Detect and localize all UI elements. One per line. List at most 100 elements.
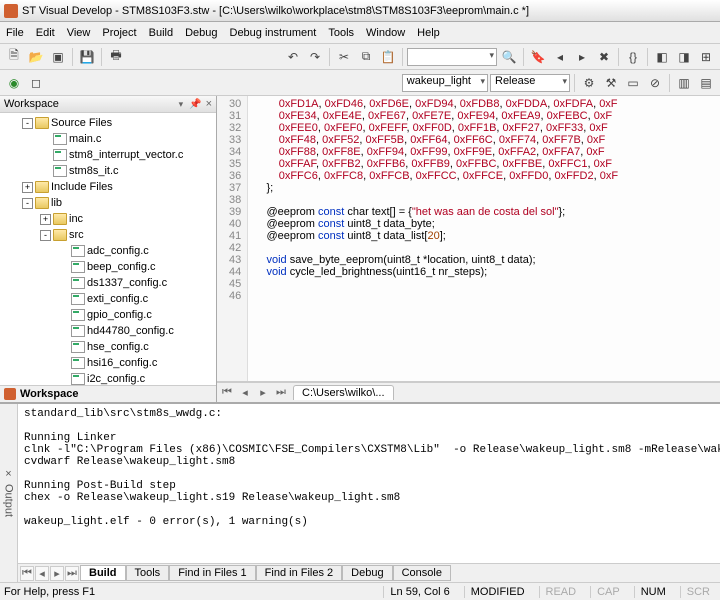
workspace-tab[interactable]: Workspace bbox=[0, 385, 216, 402]
code-content[interactable]: 0xFD1A, 0xFD46, 0xFD6E, 0xFD94, 0xFDB8, … bbox=[248, 96, 624, 381]
target-combo[interactable]: Release bbox=[490, 74, 570, 92]
menu-file[interactable]: File bbox=[6, 27, 24, 39]
tree-twisty-icon[interactable]: + bbox=[40, 214, 51, 225]
output-tabbar: ⏮ ◂ ▸ ⏭ BuildToolsFind in Files 1Find in… bbox=[18, 563, 720, 582]
stop-build-icon[interactable]: ⊘ bbox=[645, 73, 665, 93]
workspace-close-icon[interactable]: × bbox=[206, 98, 212, 110]
braces-icon[interactable]: {} bbox=[623, 47, 643, 67]
output-tab-find-in-files-1[interactable]: Find in Files 1 bbox=[169, 565, 255, 581]
menu-project[interactable]: Project bbox=[102, 27, 136, 39]
window-title: ST Visual Develop - STM8S103F3.stw - [C:… bbox=[22, 5, 529, 17]
menu-help[interactable]: Help bbox=[417, 27, 440, 39]
menu-debug-instrument[interactable]: Debug instrument bbox=[230, 27, 317, 39]
paste-icon[interactable]: 📋 bbox=[378, 47, 398, 67]
editor-tab[interactable]: C:\Users\wilko\... bbox=[293, 385, 394, 400]
file-icon bbox=[71, 309, 85, 321]
menu-build[interactable]: Build bbox=[149, 27, 173, 39]
tree-item[interactable]: main.c bbox=[0, 131, 216, 147]
output-close-icon[interactable]: × bbox=[5, 468, 11, 480]
menu-edit[interactable]: Edit bbox=[36, 27, 55, 39]
workspace-tree[interactable]: -Source Filesmain.cstm8_interrupt_vector… bbox=[0, 113, 216, 385]
tree-twisty-icon[interactable]: - bbox=[22, 198, 33, 209]
go-icon[interactable]: ◉ bbox=[4, 73, 24, 93]
code-area[interactable]: 3031323334353637383940414243444546 0xFD1… bbox=[217, 96, 720, 382]
file-icon bbox=[71, 293, 85, 305]
tree-item[interactable]: stm8s_it.c bbox=[0, 163, 216, 179]
output-panel: × Output standard_lib\src\stm8s_wwdg.c: … bbox=[0, 402, 720, 582]
menu-window[interactable]: Window bbox=[366, 27, 405, 39]
undo-icon[interactable]: ↶ bbox=[283, 47, 303, 67]
out-tab-first-icon[interactable]: ⏮ bbox=[20, 566, 34, 581]
tree-item[interactable]: -lib bbox=[0, 195, 216, 211]
menu-tools[interactable]: Tools bbox=[328, 27, 354, 39]
output-text[interactable]: standard_lib\src\stm8s_wwdg.c: Running L… bbox=[18, 404, 720, 563]
tree-item[interactable]: hd44780_config.c bbox=[0, 323, 216, 339]
rebuild-icon[interactable]: ⚒ bbox=[601, 73, 621, 93]
tree-item[interactable]: +inc bbox=[0, 211, 216, 227]
tree-item[interactable]: hse_config.c bbox=[0, 339, 216, 355]
tree-item[interactable]: hsi16_config.c bbox=[0, 355, 216, 371]
new-file-icon[interactable]: 🗎 bbox=[4, 47, 24, 67]
file-icon bbox=[71, 373, 85, 385]
save-icon[interactable]: 💾 bbox=[77, 47, 97, 67]
bookmark-next-icon[interactable]: ▸ bbox=[572, 47, 592, 67]
redo-icon[interactable]: ↷ bbox=[305, 47, 325, 67]
status-cap: CAP bbox=[590, 586, 626, 598]
extra-a-icon[interactable]: ▥ bbox=[674, 73, 694, 93]
close-icon[interactable]: ▣ bbox=[48, 47, 68, 67]
menu-debug[interactable]: Debug bbox=[185, 27, 217, 39]
tree-item[interactable]: - src bbox=[0, 227, 216, 243]
stop-debug-icon[interactable]: ◻ bbox=[26, 73, 46, 93]
tree-label: src bbox=[69, 229, 84, 241]
bookmark-clear-icon[interactable]: ✖ bbox=[594, 47, 614, 67]
tree-item[interactable]: -Source Files bbox=[0, 115, 216, 131]
config-combo[interactable]: wakeup_light bbox=[402, 74, 488, 92]
out-tab-last-icon[interactable]: ⏭ bbox=[65, 566, 79, 581]
menu-view[interactable]: View bbox=[67, 27, 91, 39]
tool-a-icon[interactable]: ◧ bbox=[652, 47, 672, 67]
build-icon[interactable]: ⚙ bbox=[579, 73, 599, 93]
tree-twisty-icon[interactable]: + bbox=[22, 182, 33, 193]
cut-icon[interactable]: ✂ bbox=[334, 47, 354, 67]
toolbar-1: 🗎 📂 ▣ 💾 🖶 ↶ ↷ ✂ ⧉ 📋 🔍 🔖 ◂ ▸ ✖ {} ◧ ◨ ⊞ bbox=[0, 44, 720, 70]
tool-c-icon[interactable]: ⊞ bbox=[696, 47, 716, 67]
tree-label: exti_config.c bbox=[87, 293, 148, 305]
out-tab-next-icon[interactable]: ▸ bbox=[50, 566, 64, 581]
extra-b-icon[interactable]: ▤ bbox=[696, 73, 716, 93]
tab-next-icon[interactable]: ▸ bbox=[257, 386, 269, 399]
tree-item[interactable]: beep_config.c bbox=[0, 259, 216, 275]
bookmark-prev-icon[interactable]: ◂ bbox=[550, 47, 570, 67]
tree-twisty-icon[interactable]: - bbox=[40, 230, 51, 241]
tree-item[interactable]: stm8_interrupt_vector.c bbox=[0, 147, 216, 163]
tab-first-icon[interactable]: ⏮ bbox=[221, 386, 233, 399]
output-tab-tools[interactable]: Tools bbox=[126, 565, 170, 581]
open-icon[interactable]: 📂 bbox=[26, 47, 46, 67]
tree-item[interactable]: exti_config.c bbox=[0, 291, 216, 307]
tree-item[interactable]: i2c_config.c bbox=[0, 371, 216, 385]
output-tab-build[interactable]: Build bbox=[80, 565, 126, 581]
tab-last-icon[interactable]: ⏭ bbox=[275, 386, 287, 399]
tab-prev-icon[interactable]: ◂ bbox=[239, 386, 251, 399]
compile-icon[interactable]: ▭ bbox=[623, 73, 643, 93]
workspace-header: Workspace ▾ 📌 × bbox=[0, 96, 216, 113]
output-tab-debug[interactable]: Debug bbox=[342, 565, 392, 581]
print-icon[interactable]: 🖶 bbox=[106, 47, 126, 67]
output-tab-console[interactable]: Console bbox=[393, 565, 451, 581]
out-tab-prev-icon[interactable]: ◂ bbox=[35, 566, 49, 581]
workspace-dropdown-icon[interactable]: ▾ bbox=[179, 99, 184, 110]
tree-twisty-icon[interactable]: - bbox=[22, 118, 33, 129]
tree-item[interactable]: + Include Files bbox=[0, 179, 216, 195]
find-combo[interactable] bbox=[407, 48, 497, 66]
tree-item[interactable]: adc_config.c bbox=[0, 243, 216, 259]
tree-label: Include Files bbox=[51, 181, 113, 193]
output-side-label: Output bbox=[3, 484, 15, 517]
tool-b-icon[interactable]: ◨ bbox=[674, 47, 694, 67]
pin-icon[interactable]: 📌 bbox=[189, 99, 201, 110]
find-icon[interactable]: 🔍 bbox=[499, 47, 519, 67]
output-tab-find-in-files-2[interactable]: Find in Files 2 bbox=[256, 565, 342, 581]
tree-item[interactable]: ds1337_config.c bbox=[0, 275, 216, 291]
bookmark-icon[interactable]: 🔖 bbox=[528, 47, 548, 67]
tree-item[interactable]: gpio_config.c bbox=[0, 307, 216, 323]
file-icon bbox=[53, 133, 67, 145]
copy-icon[interactable]: ⧉ bbox=[356, 47, 376, 67]
